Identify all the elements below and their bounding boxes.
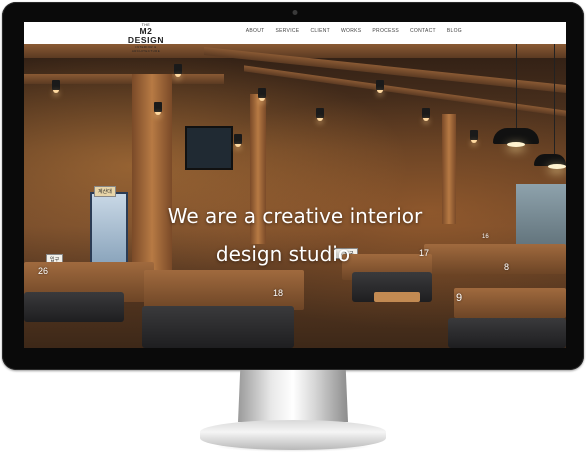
pendant-lamp bbox=[493, 128, 539, 147]
ceiling-lamp bbox=[174, 64, 182, 77]
booth-number: 26 bbox=[38, 266, 49, 276]
monitor-stand-base bbox=[200, 420, 386, 450]
hero-heading-line1: We are a creative interior bbox=[167, 204, 423, 228]
nav-service[interactable]: SERVICE bbox=[275, 28, 299, 34]
nav-works[interactable]: WORKS bbox=[341, 28, 361, 34]
monitor-stand-neck bbox=[238, 370, 348, 422]
website-screen: THE M2 DESIGN INTERIOR & ARCHITECTURE AB… bbox=[24, 22, 566, 348]
table-top bbox=[374, 292, 420, 302]
camera-dot bbox=[292, 10, 298, 15]
nav-process[interactable]: PROCESS bbox=[372, 28, 399, 34]
booth-cushion bbox=[448, 318, 566, 348]
booth-number: 16 bbox=[482, 234, 489, 240]
nav-about[interactable]: ABOUT bbox=[246, 28, 265, 34]
ceiling-lamp bbox=[422, 108, 430, 121]
ceiling-lamp bbox=[316, 108, 324, 121]
booth-cushion bbox=[142, 306, 294, 348]
booth-cushion bbox=[24, 292, 124, 322]
ceiling-lamp bbox=[376, 80, 384, 93]
ceiling-lamp bbox=[52, 80, 60, 93]
nav-blog[interactable]: BLOG bbox=[447, 28, 462, 34]
site-logo[interactable]: THE M2 DESIGN INTERIOR & ARCHITECTURE bbox=[121, 23, 171, 53]
site-header: THE M2 DESIGN INTERIOR & ARCHITECTURE AB… bbox=[24, 22, 566, 53]
pendant-cord bbox=[554, 44, 555, 154]
ceiling-lamp bbox=[470, 130, 478, 143]
hero-heading-line2: design studio bbox=[215, 242, 351, 266]
counter-sign: 계산대 bbox=[94, 186, 116, 197]
booth-number: 18 bbox=[273, 288, 284, 298]
logo-tagline: INTERIOR & ARCHITECTURE bbox=[131, 45, 161, 53]
booth-partition bbox=[454, 288, 566, 318]
ceiling-lamp bbox=[258, 88, 266, 101]
pendant-cord bbox=[516, 44, 517, 128]
main-nav: ABOUT SERVICE CLIENT WORKS PROCESS CONTA… bbox=[246, 28, 462, 34]
ceiling-lamp bbox=[154, 102, 162, 115]
wall-tv bbox=[185, 126, 233, 170]
nav-contact[interactable]: CONTACT bbox=[410, 28, 436, 34]
nav-client[interactable]: CLIENT bbox=[310, 28, 330, 34]
pendant-lamp bbox=[534, 154, 566, 169]
booth-number: 9 bbox=[456, 292, 463, 304]
logo-name: M2 DESIGN bbox=[127, 26, 165, 45]
monitor-bezel: THE M2 DESIGN INTERIOR & ARCHITECTURE AB… bbox=[2, 2, 584, 370]
hero-photo-restaurant: 입구 ← 출구 계산대 26 18 17 16 8 9 bbox=[24, 44, 566, 348]
ceiling-lamp bbox=[234, 134, 242, 147]
